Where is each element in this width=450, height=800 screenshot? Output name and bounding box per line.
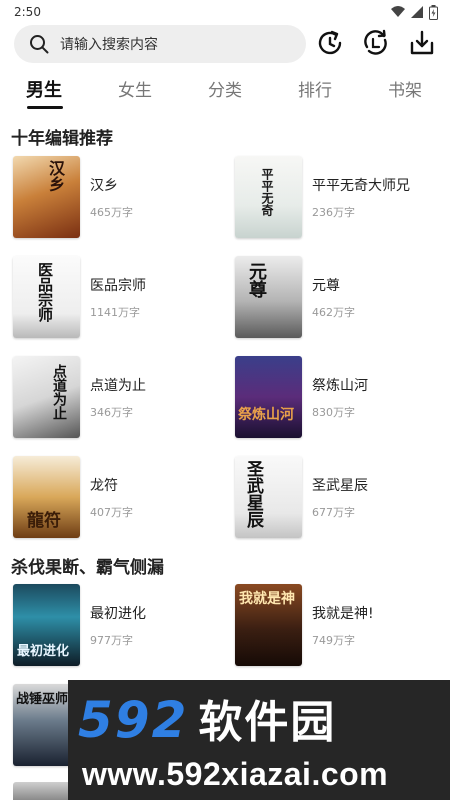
book-title[interactable]: 元尊 xyxy=(312,275,340,295)
book-title[interactable]: 医品宗师 xyxy=(90,275,146,295)
book-item[interactable]: 医品宗师 医品宗师 1141万字 xyxy=(13,256,223,338)
book-item[interactable]: 祭炼山河 祭炼山河 830万字 xyxy=(235,356,445,438)
cover-title: 祭炼山河 xyxy=(238,407,294,423)
cover-title: 平平无奇 xyxy=(260,168,274,216)
book-word-count: 830万字 xyxy=(312,406,355,419)
book-item[interactable]: 平平无奇 平平无奇大师兄 236万字 xyxy=(235,156,445,238)
book-cover[interactable]: 汉乡 xyxy=(13,156,80,238)
section-title-editor-picks: 十年编辑推荐 xyxy=(11,129,113,149)
download-icon[interactable] xyxy=(406,27,438,59)
cover-title: 战锤巫师 xyxy=(16,692,69,707)
watermark-url: www.592xiazai.com xyxy=(82,756,389,792)
book-word-count: 236万字 xyxy=(312,206,355,219)
book-cover[interactable]: 医品宗师 xyxy=(13,256,80,338)
book-cover[interactable]: 龍符 xyxy=(13,456,80,538)
tab-bookshelf[interactable]: 书架 xyxy=(388,76,422,101)
status-time: 2:50 xyxy=(14,5,41,19)
book-title[interactable]: 平平无奇大师兄 xyxy=(312,175,410,195)
cover-title: 圣武星辰 xyxy=(243,460,263,528)
book-title[interactable]: 点道为止 xyxy=(90,375,146,395)
book-cover[interactable]: 我就是神 xyxy=(235,584,302,666)
book-item[interactable]: 元尊 元尊 462万字 xyxy=(235,256,445,338)
book-cover[interactable]: 祭炼山河 xyxy=(235,356,302,438)
book-item[interactable]: 最初进化 最初进化 977万字 xyxy=(13,584,223,666)
battery-icon xyxy=(429,4,438,20)
book-item[interactable]: 圣武星辰 圣武星辰 677万字 xyxy=(235,456,445,538)
wifi-icon xyxy=(391,6,405,17)
book-word-count: 749万字 xyxy=(312,634,355,647)
cover-title: 最初进化 xyxy=(17,644,70,659)
tab-category[interactable]: 分类 xyxy=(208,76,242,101)
watermark-overlay: 592 软件园 www.592xiazai.com xyxy=(68,680,450,800)
book-title[interactable]: 我就是神! xyxy=(312,603,374,623)
status-icons xyxy=(391,4,438,20)
book-word-count: 1141万字 xyxy=(90,306,140,319)
book-item[interactable]: 我就是神 我就是神! 749万字 xyxy=(235,584,445,666)
book-cover[interactable]: 平平无奇 xyxy=(235,156,302,238)
book-word-count: 462万字 xyxy=(312,306,355,319)
section-title-domineering: 杀伐果断、霸气侧漏 xyxy=(11,558,164,578)
book-cover[interactable]: 最初进化 xyxy=(13,584,80,666)
book-title[interactable]: 祭炼山河 xyxy=(312,375,368,395)
book-title[interactable]: 圣武星辰 xyxy=(312,475,368,495)
tab-indicator xyxy=(27,106,63,109)
watermark-logo: 592 软件园 xyxy=(78,686,336,750)
signal-icon xyxy=(411,6,423,18)
book-title[interactable]: 龙符 xyxy=(90,475,118,495)
book-word-count: 346万字 xyxy=(90,406,133,419)
book-cover[interactable]: 点道为止 xyxy=(13,356,80,438)
sync-icon[interactable] xyxy=(360,27,392,59)
book-cover[interactable]: 元尊 xyxy=(235,256,302,338)
cover-title: 汉乡 xyxy=(46,160,65,192)
book-item[interactable]: 龍符 龙符 407万字 xyxy=(13,456,223,538)
book-word-count: 465万字 xyxy=(90,206,133,219)
book-title[interactable]: 最初进化 xyxy=(90,603,146,623)
watermark-logo-number: 592 xyxy=(78,691,189,749)
cover-title: 元尊 xyxy=(246,262,267,298)
book-word-count: 677万字 xyxy=(312,506,355,519)
search-icon xyxy=(28,33,50,55)
tab-male[interactable]: 男生 xyxy=(26,76,62,102)
tab-ranking[interactable]: 排行 xyxy=(298,76,332,101)
book-item[interactable]: 汉乡 汉乡 465万字 xyxy=(13,156,223,238)
cover-title: 医品宗师 xyxy=(36,262,54,322)
book-word-count: 407万字 xyxy=(90,506,133,519)
cover-title: 点道为止 xyxy=(51,364,67,420)
category-tabs: 男生 女生 分类 排行 书架 xyxy=(0,72,450,112)
cover-title: 龍符 xyxy=(27,511,61,531)
status-bar: 2:50 xyxy=(0,0,450,24)
tab-female[interactable]: 女生 xyxy=(118,76,152,101)
book-cover[interactable]: 圣武星辰 xyxy=(235,456,302,538)
book-item[interactable]: 点道为止 点道为止 346万字 xyxy=(13,356,223,438)
cover-title: 我就是神 xyxy=(239,591,295,607)
watermark-logo-text: 软件园 xyxy=(198,697,337,748)
search-bar[interactable]: 请输入搜索内容 xyxy=(14,25,306,63)
search-placeholder[interactable]: 请输入搜索内容 xyxy=(60,34,158,54)
book-title[interactable]: 汉乡 xyxy=(90,175,118,195)
history-icon[interactable] xyxy=(314,27,346,59)
book-word-count: 977万字 xyxy=(90,634,133,647)
top-actions xyxy=(314,27,438,59)
